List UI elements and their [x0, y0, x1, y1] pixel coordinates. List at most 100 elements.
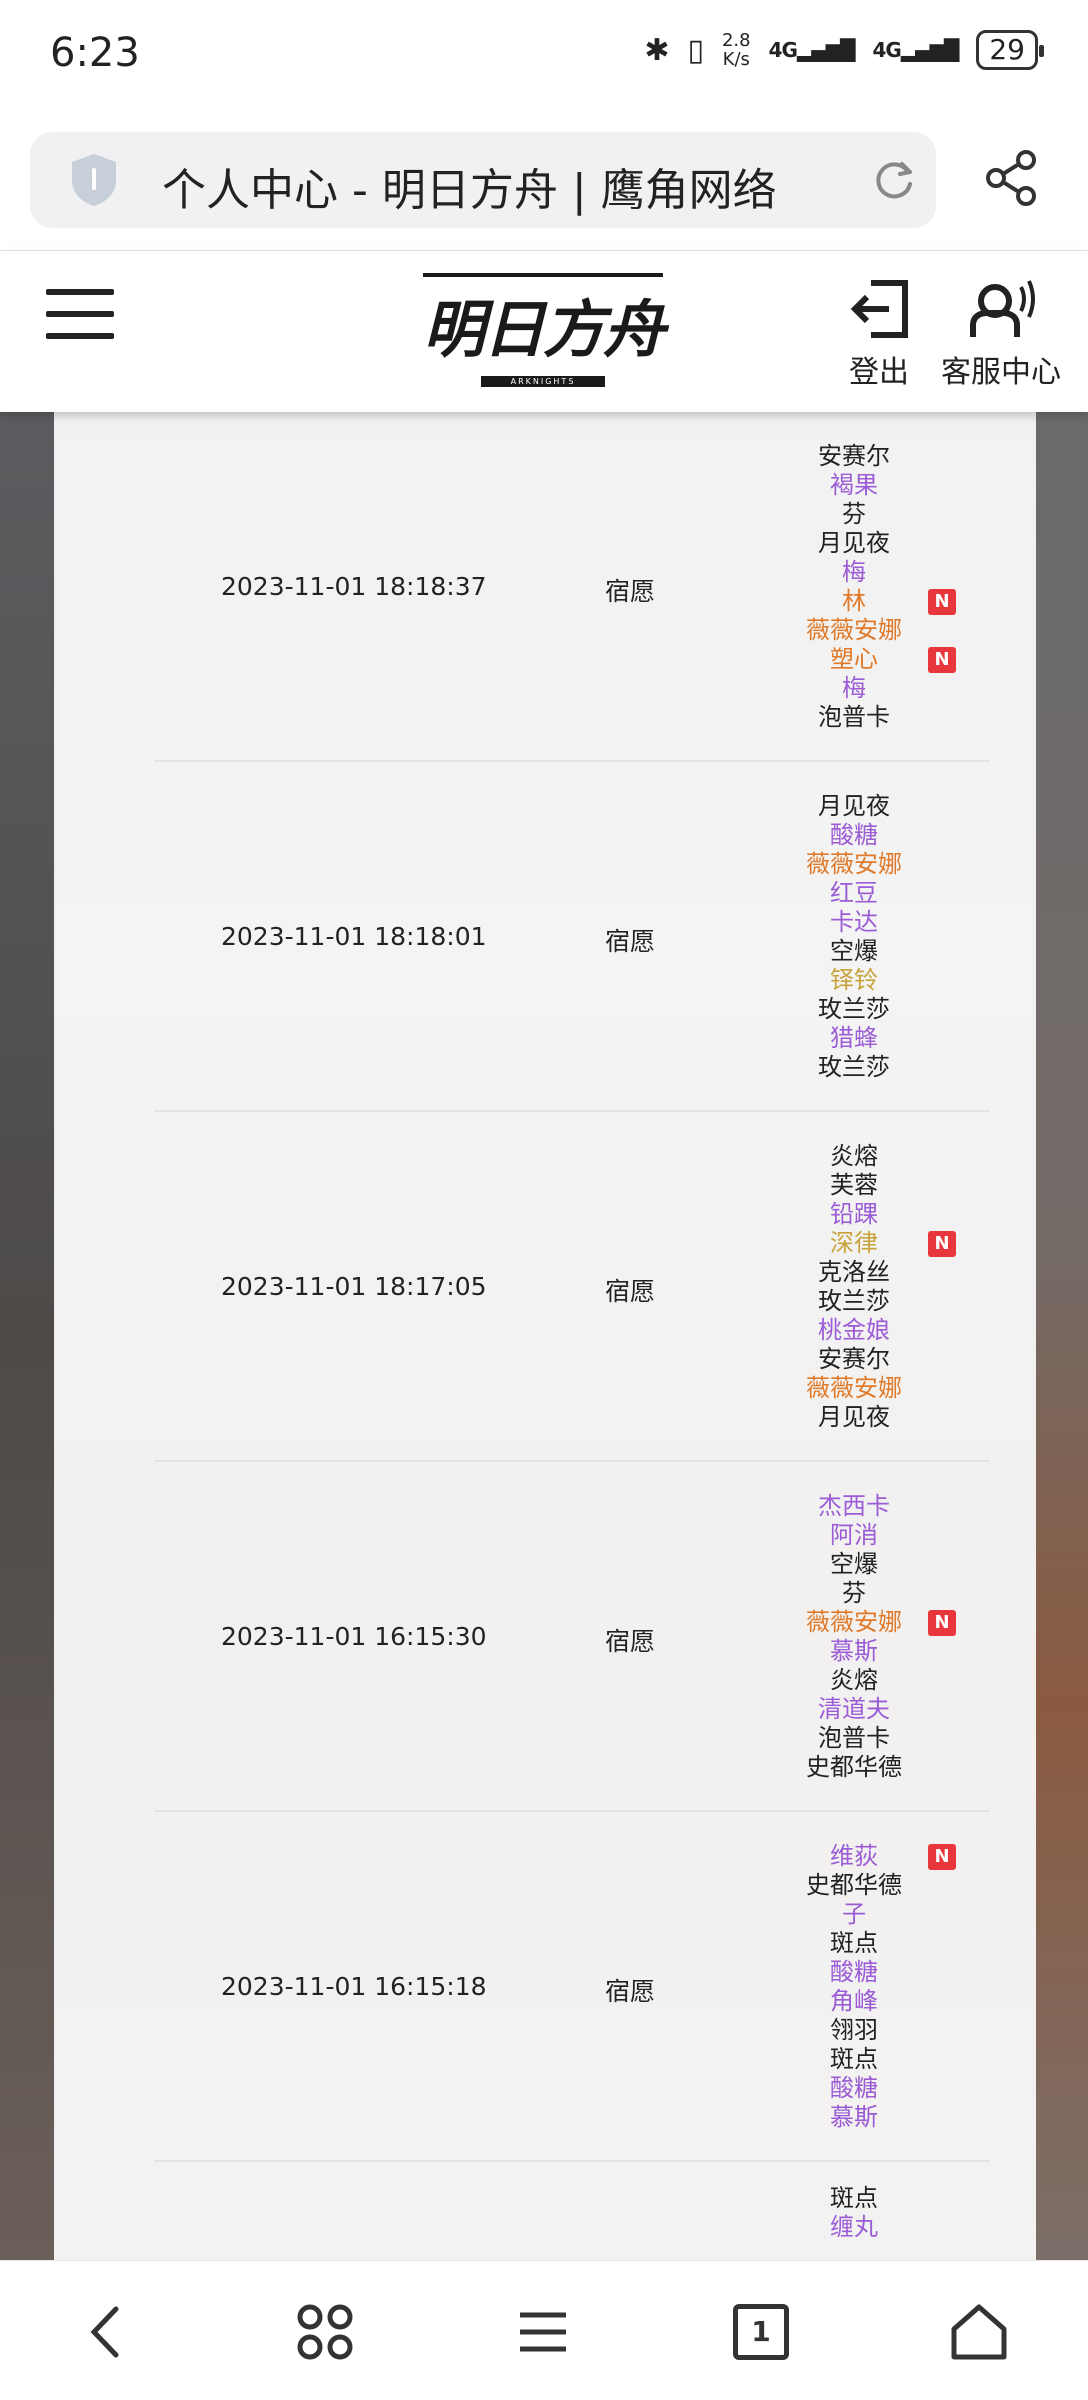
operator-name: 酸糖 — [830, 821, 878, 849]
operator-list: 斑点 缠丸 — [774, 2184, 1024, 2242]
new-badge: N — [928, 1231, 956, 1257]
operator-name: 维荻 N — [774, 1842, 956, 1871]
operator-name: 薇薇安娜 — [806, 616, 902, 644]
gacha-record-panel: 2023-11-01 18:18:37 宿愿 安赛尔 褐果芬月见夜梅林 N 薇薇安娜 塑心 N… — [54, 412, 1036, 2260]
vibrate-icon: ▯ — [687, 32, 704, 68]
new-badge: N — [928, 647, 956, 673]
shield-icon[interactable] — [68, 152, 120, 208]
operator-name: 安赛尔 — [818, 442, 890, 470]
operator-list: 炎熔 芙蓉 铅踝 深律 N 克洛丝 玫兰莎 桃金娘 安赛尔 薇薇安娜 月见夜 — [774, 1142, 1024, 1432]
operator-name: 塑心 N — [774, 645, 956, 674]
home-icon[interactable] — [944, 2297, 1014, 2367]
tabs-icon: 1 — [733, 2304, 789, 2360]
operator-name: 红豆 — [830, 879, 878, 907]
record-date: 2023-11-01 18:17:05 — [221, 1272, 487, 1301]
status-icons: ✱ ▯ 2.8 K/s 4G▂▄▆█ 4G▂▄▆█ 29 — [644, 30, 1044, 70]
operator-list: 月见夜 酸糖 薇薇安娜 红豆 卡达 空爆 铎铃 玫兰莎 猎蜂 玫兰莎 — [774, 792, 1024, 1082]
record-row: 2023-11-01 16:15:30 宿愿 杰西卡 阿消 空爆芬薇薇安娜 N 慕斯 炎熔 清道… — [154, 1462, 990, 1812]
operator-name: 梅 — [842, 558, 866, 586]
operator-name: 阿消 — [830, 1521, 878, 1549]
operator-name: 卡达 — [830, 908, 878, 936]
record-row: 2023-11-01 18:18:37 宿愿 安赛尔 褐果芬月见夜梅林 N 薇薇安娜 塑心 N… — [154, 412, 990, 762]
operator-name: 空爆 — [830, 937, 878, 965]
operator-name: 酸糖 — [830, 1958, 878, 1986]
operator-name: 桃金娘 — [818, 1316, 890, 1344]
record-pool: 宿愿 — [605, 1977, 656, 2006]
menu-icon — [46, 289, 114, 295]
operator-name: 铎铃 — [830, 966, 878, 994]
operator-name: 玫兰莎 — [818, 1287, 890, 1315]
new-badge: N — [928, 589, 956, 615]
record-pool: 宿愿 — [605, 1277, 656, 1306]
operator-name: 泡普卡 — [818, 703, 890, 731]
record-date: 2023-11-01 16:15:30 — [221, 1622, 487, 1651]
menu-lines-icon[interactable] — [508, 2297, 578, 2367]
operator-name: 褐果 — [830, 471, 878, 499]
record-pool: 宿愿 — [605, 927, 656, 956]
new-badge: N — [928, 1610, 956, 1636]
site-header: 明日方舟 ARKNIGHTS 登出 客服中心 — [0, 250, 1088, 412]
operator-name: 炎熔 — [830, 1142, 878, 1170]
browser-address-bar: 个人中心 - 明日方舟 | 鹰角网络 — [0, 118, 1088, 250]
logout-button[interactable]: 登出 — [846, 277, 912, 391]
operator-name: 玫兰莎 — [818, 1053, 890, 1081]
record-row: 2023-11-01 16:15:18 宿愿 维荻 N 史都华德子斑点 酸糖 角峰 翎羽 斑点酸… — [154, 1812, 990, 2162]
operator-name: 薇薇安娜 — [806, 1374, 902, 1402]
operator-name: 梅 — [842, 674, 866, 702]
back-icon[interactable] — [72, 2297, 142, 2367]
operator-name: 薇薇安娜 — [806, 850, 902, 878]
operator-name: 史都华德 — [806, 1871, 902, 1899]
operator-list: 安赛尔 褐果芬月见夜梅林 N 薇薇安娜 塑心 N 梅泡普卡 — [774, 442, 1024, 732]
customer-service-button[interactable]: 客服中心 — [936, 277, 1066, 391]
operator-name: 酸糖 — [830, 2074, 878, 2102]
record-pool: 宿愿 — [605, 577, 656, 606]
headset-icon — [970, 280, 1035, 337]
operator-name: 杰西卡 — [818, 1492, 890, 1520]
operator-name: 子 — [842, 1900, 866, 1928]
operator-name: 玫兰莎 — [818, 995, 890, 1023]
reload-icon[interactable] — [872, 158, 916, 202]
operator-name: 斑点 — [830, 2045, 878, 2073]
background-art-left — [0, 412, 56, 2260]
operator-name: 深律 N — [774, 1229, 956, 1258]
operator-name: 安赛尔 — [818, 1345, 890, 1373]
operator-name: 空爆 — [830, 1550, 878, 1578]
record-row: 斑点 缠丸 — [154, 2162, 990, 2260]
operator-name: 月见夜 — [818, 529, 890, 557]
site-logo[interactable]: 明日方舟 ARKNIGHTS — [412, 273, 674, 393]
url-field[interactable]: 个人中心 - 明日方舟 | 鹰角网络 — [30, 132, 936, 228]
operator-name: 缠丸 — [830, 2213, 878, 2241]
operator-name: 月见夜 — [818, 1403, 890, 1431]
browser-bottom-nav: 1 — [0, 2260, 1088, 2400]
operator-name: 克洛丝 — [818, 1258, 890, 1286]
tabs-button[interactable]: 1 — [726, 2297, 796, 2367]
bluetooth-icon: ✱ — [644, 32, 670, 68]
operator-name: 铅踝 — [830, 1200, 878, 1228]
operator-name: 角峰 — [830, 1987, 878, 2015]
record-pool: 宿愿 — [605, 1627, 656, 1656]
signal-2-icon: 4G▂▄▆█ — [872, 38, 959, 62]
net-speed: 2.8 K/s — [721, 30, 751, 70]
record-row: 2023-11-01 18:17:05 宿愿 炎熔 芙蓉 铅踝 深律 N 克洛丝 玫兰莎 桃金娘安… — [154, 1112, 990, 1462]
apps-icon[interactable] — [290, 2297, 360, 2367]
operator-name: 慕斯 — [830, 1637, 878, 1665]
page-title[interactable]: 个人中心 - 明日方舟 | 鹰角网络 — [162, 154, 777, 218]
status-bar: 6:23 ✱ ▯ 2.8 K/s 4G▂▄▆█ 4G▂▄▆█ 29 — [0, 0, 1088, 118]
operator-name: 月见夜 — [818, 792, 890, 820]
operator-name: 芬 — [842, 1579, 866, 1607]
operator-name: 芙蓉 — [830, 1171, 878, 1199]
share-icon[interactable] — [982, 148, 1042, 208]
menu-button[interactable] — [46, 289, 114, 339]
background-art-right — [1032, 412, 1088, 2260]
content-area[interactable]: 2023-11-01 18:18:37 宿愿 安赛尔 褐果芬月见夜梅林 N 薇薇安娜 塑心 N… — [0, 412, 1088, 2260]
record-row: 2023-11-01 18:18:01 宿愿 月见夜 酸糖 薇薇安娜 红豆 卡达 空爆 铎铃 玫兰… — [154, 762, 990, 1112]
operator-name: 薇薇安娜 N — [774, 1608, 956, 1637]
operator-name: 炎熔 — [830, 1666, 878, 1694]
operator-list: 维荻 N 史都华德子斑点 酸糖 角峰 翎羽 斑点 酸糖 慕斯 — [774, 1842, 1024, 2132]
operator-name: 斑点 — [830, 1929, 878, 1957]
operator-name: 斑点 — [830, 2184, 878, 2212]
operator-name: 猎蜂 — [830, 1024, 878, 1052]
battery-icon: 29 — [976, 30, 1044, 70]
signal-1-icon: 4G▂▄▆█ — [768, 38, 856, 62]
record-date: 2023-11-01 18:18:01 — [221, 922, 487, 951]
